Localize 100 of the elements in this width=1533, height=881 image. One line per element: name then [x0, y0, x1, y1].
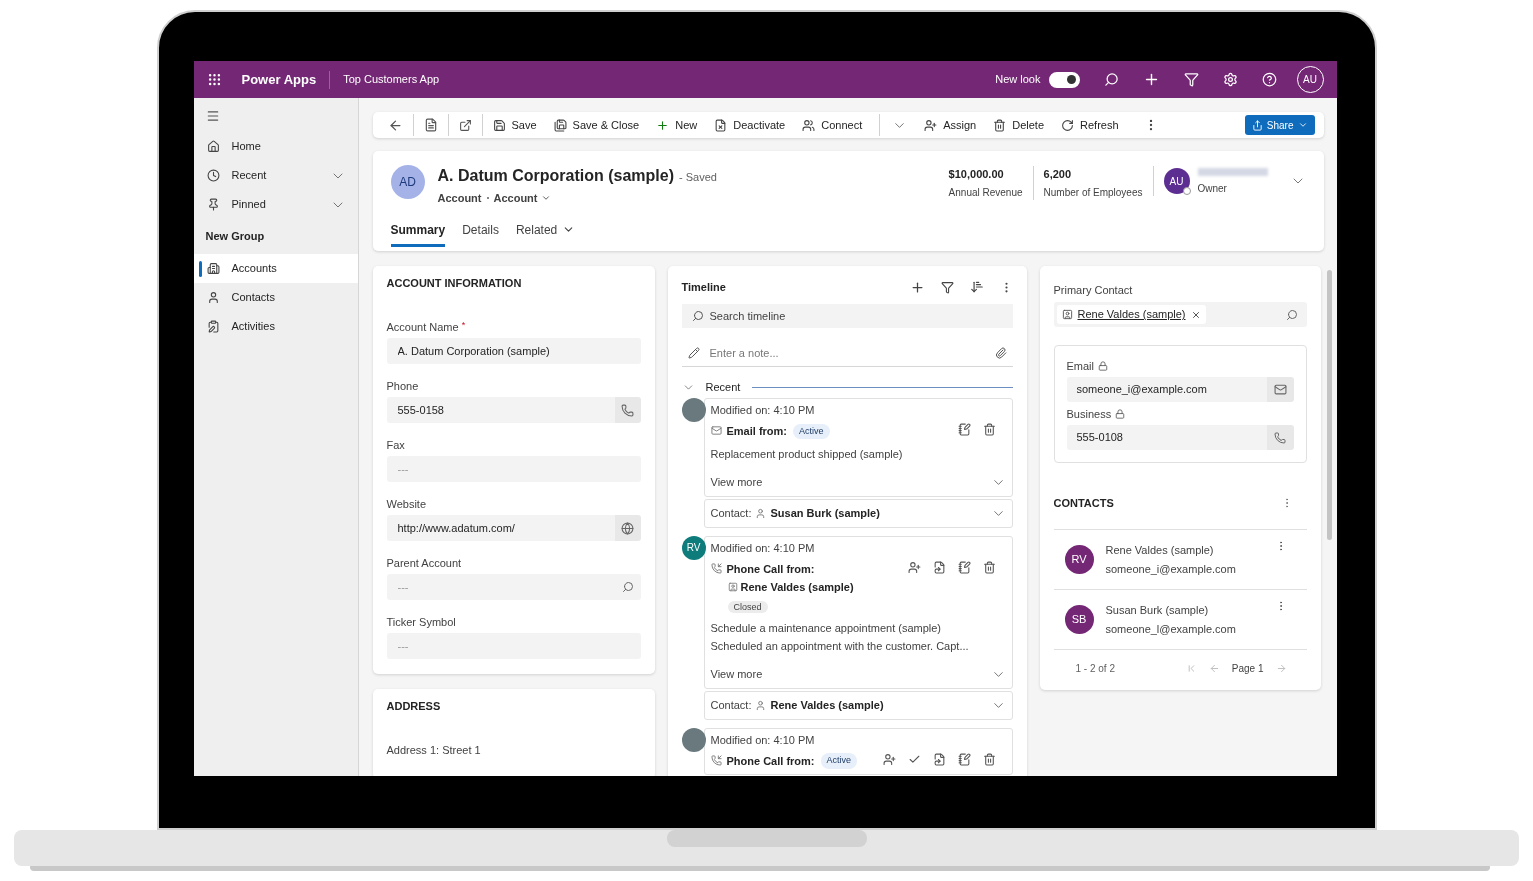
tab[interactable]: Related: [515, 220, 576, 247]
app-launcher-icon[interactable]: [206, 72, 222, 87]
filter-icon[interactable]: [940, 280, 954, 294]
document-arrow-icon[interactable]: [932, 560, 946, 574]
mail-icon: [1273, 383, 1287, 396]
scrollbar-thumb[interactable]: [1326, 270, 1332, 540]
command-button[interactable]: Assign: [924, 112, 977, 138]
sort-icon[interactable]: [969, 280, 984, 294]
modified-time: Modified on: 4:10 PM: [710, 540, 816, 556]
contact-card-icon: [727, 582, 738, 593]
trash-icon[interactable]: [982, 560, 996, 574]
contact-list-item[interactable]: SB Susan Burk (sample) someone_l@example.com: [1053, 590, 1307, 650]
new-look-toggle[interactable]: [1048, 71, 1080, 88]
menu-icon[interactable]: [205, 109, 220, 123]
person-plus-icon: [924, 118, 938, 132]
nav-icon: [206, 262, 220, 275]
nav-item[interactable]: Home: [193, 132, 358, 161]
popout-icon[interactable]: [458, 118, 472, 132]
form-icon[interactable]: [423, 118, 438, 132]
field-label: Ticker Symbol: [386, 615, 456, 630]
paperclip-icon[interactable]: [994, 347, 1007, 359]
note-icon[interactable]: [957, 560, 971, 574]
contact-email: someone_l@example.com: [1105, 621, 1236, 637]
record-avatar: AD: [390, 165, 425, 199]
nav-item[interactable]: Pinned: [193, 190, 358, 219]
input-field[interactable]: ---: [386, 633, 637, 659]
record-count: 1 - 2 of 2: [1075, 661, 1115, 676]
activity-from[interactable]: Rene Valdes (sample): [740, 579, 854, 596]
activity-type: Phone Call from:: [726, 561, 815, 577]
lock-icon: [1115, 409, 1126, 419]
command-button[interactable]: Save & Close: [553, 112, 640, 138]
input-field[interactable]: ---: [386, 574, 615, 600]
contact-name[interactable]: Rene Valdes (sample): [770, 696, 884, 714]
field-action-button[interactable]: [614, 397, 641, 423]
person-plus-icon[interactable]: [882, 752, 896, 766]
back-icon[interactable]: [387, 117, 403, 133]
field-action-button[interactable]: [614, 515, 641, 541]
nav-icon: [206, 169, 220, 182]
plus-icon[interactable]: [909, 279, 925, 295]
settings-icon[interactable]: [1222, 72, 1238, 87]
field-label: Website: [386, 497, 427, 512]
nav-icon: [206, 198, 220, 211]
note-icon[interactable]: [957, 423, 971, 436]
view-more-link[interactable]: View more: [710, 474, 763, 491]
entity-name: Account: [437, 191, 482, 206]
lookup-field[interactable]: Rene Valdes (sample): [1053, 302, 1307, 327]
field-action-button[interactable]: [1266, 425, 1294, 450]
status-badge: Active: [820, 753, 858, 769]
command-button[interactable]: Refresh: [1061, 112, 1119, 138]
command-button[interactable]: Deactivate: [714, 112, 786, 138]
timeline-group-label: Recent: [705, 379, 741, 395]
contact-list-item[interactable]: RV Rene Valdes (sample) someone_i@example.com: [1053, 530, 1307, 590]
help-icon[interactable]: [1261, 72, 1277, 87]
tab[interactable]: Summary: [390, 220, 446, 247]
app-name: Power Apps: [241, 70, 317, 89]
nav-icon: [206, 320, 220, 333]
input-field[interactable]: A. Datum Corporation (sample): [386, 338, 637, 364]
input-field[interactable]: 555-0158: [386, 397, 615, 423]
lookup-value[interactable]: Rene Valdes (sample): [1077, 306, 1186, 323]
command-button[interactable]: New: [656, 112, 698, 138]
contact-name[interactable]: Susan Burk (sample): [770, 504, 880, 522]
command-button[interactable]: Save: [492, 112, 537, 138]
field-action-button[interactable]: [1266, 377, 1294, 402]
record-title: A. Datum Corporation (sample): [437, 166, 674, 186]
input-field[interactable]: http://www.adatum.com/: [386, 515, 615, 541]
document-arrow-icon[interactable]: [932, 752, 946, 766]
lookup-chip[interactable]: Rene Valdes (sample): [1056, 305, 1206, 324]
trash-icon[interactable]: [982, 423, 996, 436]
nav-item[interactable]: Recent: [193, 161, 358, 190]
person-plus-icon[interactable]: [907, 560, 921, 574]
input-field[interactable]: 555-0108: [1066, 425, 1267, 450]
document-icon: [714, 118, 728, 132]
tab[interactable]: Details: [462, 220, 499, 247]
share-button[interactable]: Share: [1244, 115, 1315, 135]
phone-icon: [1274, 431, 1286, 444]
nav-item[interactable]: Contacts: [193, 283, 358, 312]
command-button[interactable]: Connect: [802, 112, 863, 138]
form-selector[interactable]: Account: [493, 190, 551, 207]
new-look-label: New look: [995, 72, 1041, 88]
nav-icon: [206, 291, 220, 304]
search-icon: [691, 310, 704, 322]
input-field[interactable]: someone_i@example.com: [1066, 377, 1267, 402]
command-button[interactable]: Delete: [993, 112, 1045, 138]
view-more-link[interactable]: View more: [710, 666, 763, 683]
close-icon[interactable]: [1190, 309, 1201, 320]
trash-icon[interactable]: [982, 752, 996, 766]
search-icon[interactable]: [1103, 72, 1119, 87]
note-field[interactable]: Enter a note...: [709, 344, 995, 362]
app-title[interactable]: Top Customers App: [343, 71, 440, 88]
modified-time: Modified on: 4:10 PM: [710, 403, 816, 418]
field-label: Fax: [386, 438, 405, 453]
mail-icon: [710, 425, 722, 436]
field-label: Account Name: [386, 320, 459, 335]
note-icon[interactable]: [957, 752, 971, 766]
input-field[interactable]: ---: [386, 456, 637, 482]
nav-item[interactable]: Activities: [193, 312, 358, 341]
search-field[interactable]: Search timeline: [681, 304, 1013, 328]
nav-item[interactable]: Accounts: [193, 254, 358, 283]
owner-avatar[interactable]: AU: [1163, 168, 1190, 194]
activity-description: Scheduled an appointment with the customer. Capt...: [710, 638, 970, 654]
